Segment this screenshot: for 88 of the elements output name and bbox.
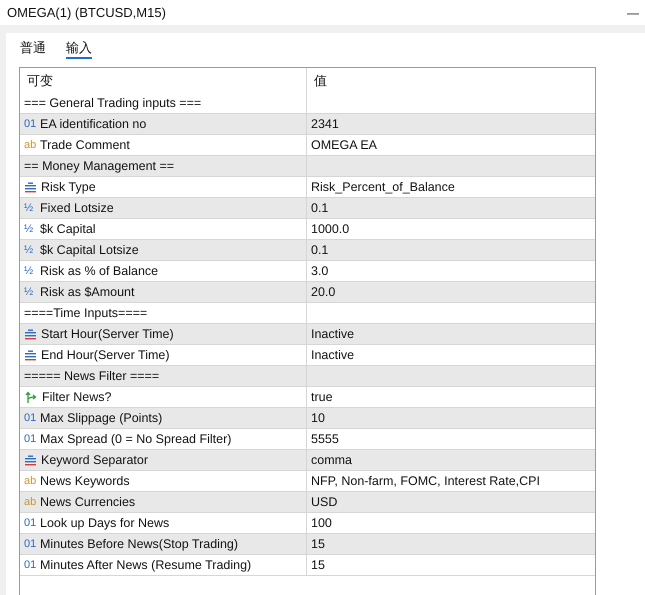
parameter-name: Risk as $Amount [40, 285, 134, 299]
integer-type-icon: 01 [24, 559, 40, 571]
parameter-cell[interactable]: 01 Max Slippage (Points) [20, 408, 307, 428]
window-title: OMEGA(1) (BTCUSD,M15) [7, 5, 166, 20]
parameter-value: 100 [311, 516, 332, 530]
integer-type-icon: 01 [24, 412, 40, 424]
parameter-name: Filter News? [42, 390, 112, 404]
parameter-name: Keyword Separator [41, 453, 148, 467]
parameter-name: Fixed Lotsize [40, 201, 114, 215]
parameter-cell[interactable]: ½ Risk as $Amount [20, 282, 307, 302]
parameter-name: Minutes Before News(Stop Trading) [40, 537, 238, 551]
fraction-type-icon: ½ [24, 244, 40, 256]
parameter-cell[interactable]: 01 Minutes After News (Resume Trading) [20, 555, 307, 575]
parameter-value: Inactive [311, 348, 354, 362]
branch-arrow-icon [25, 391, 37, 403]
parameter-cell[interactable]: Keyword Separator [20, 450, 307, 470]
parameter-name: End Hour(Server Time) [41, 348, 170, 362]
parameter-cell[interactable]: ½ Fixed Lotsize [20, 198, 307, 218]
parameter-value: 5555 [311, 432, 339, 446]
parameter-name: $k Capital Lotsize [40, 243, 139, 257]
parameter-cell[interactable]: End Hour(Server Time) [20, 345, 307, 365]
list-icon [25, 454, 36, 466]
parameter-value: NFP, Non-farm, FOMC, Interest Rate,CPI [311, 474, 540, 488]
parameter-cell[interactable]: ½ $k Capital Lotsize [20, 240, 307, 260]
parameter-name: Risk as % of Balance [40, 264, 158, 278]
tab[interactable]: 输入 [66, 37, 92, 59]
list-icon [25, 350, 36, 360]
text-type-icon: ab [24, 475, 40, 487]
parameter-value: true [311, 390, 333, 404]
parameter-name: EA identification no [40, 117, 146, 131]
column-header[interactable]: 可变 [20, 68, 307, 93]
parameter-cell[interactable]: 01 Max Spread (0 = No Spread Filter) [20, 429, 307, 449]
parameter-name: Max Slippage (Points) [40, 411, 162, 425]
list-icon [25, 328, 36, 340]
list-icon [25, 182, 36, 192]
parameter-cell[interactable]: ½ $k Capital [20, 219, 307, 239]
parameter-name: News Currencies [40, 495, 136, 509]
parameter-name: Trade Comment [40, 138, 130, 152]
parameter-cell[interactable]: 01 Minutes Before News(Stop Trading) [20, 534, 307, 554]
parameter-value: 20.0 [311, 285, 336, 299]
integer-type-icon: 01 [24, 118, 40, 130]
section-label: == Money Management == [24, 159, 174, 173]
parameter-cell[interactable]: 01 EA identification no [20, 114, 307, 134]
parameter-cell[interactable]: ab News Currencies [20, 492, 307, 512]
integer-type-icon: 01 [24, 538, 40, 550]
text-type-icon: ab [24, 139, 40, 151]
parameter-cell[interactable]: Risk Type [20, 177, 307, 197]
text-type-icon: ab [24, 496, 40, 508]
integer-type-icon: 01 [24, 433, 40, 445]
section-label: === General Trading inputs === [24, 96, 202, 110]
parameter-value: 3.0 [311, 264, 328, 278]
fraction-type-icon: ½ [24, 202, 40, 214]
parameter-cell[interactable]: 01 Look up Days for News [20, 513, 307, 533]
column-header[interactable]: 值 [307, 68, 595, 93]
parameter-value: 15 [311, 537, 325, 551]
parameter-value: 10 [311, 411, 325, 425]
parameter-name: Risk Type [41, 180, 96, 194]
parameter-name: $k Capital [40, 222, 96, 236]
parameter-value: USD [311, 495, 338, 509]
parameter-value: OMEGA EA [311, 138, 377, 152]
fraction-type-icon: ½ [24, 223, 40, 235]
parameter-cell[interactable]: Filter News? [20, 387, 307, 407]
parameter-name: Max Spread (0 = No Spread Filter) [40, 432, 232, 446]
fraction-type-icon: ½ [24, 265, 40, 277]
parameter-value: comma [311, 453, 352, 467]
parameter-name: Minutes After News (Resume Trading) [40, 558, 252, 572]
tab[interactable]: 普通 [20, 37, 46, 59]
parameter-cell[interactable]: === General Trading inputs === [20, 93, 307, 113]
section-label: ====Time Inputs==== [24, 306, 148, 320]
parameter-cell[interactable]: ½ Risk as % of Balance [20, 261, 307, 281]
parameter-name: News Keywords [40, 474, 130, 488]
parameter-value: 0.1 [311, 243, 328, 257]
parameter-value: 1000.0 [311, 222, 350, 236]
parameter-value: Inactive [311, 327, 354, 341]
section-label: ===== News Filter ==== [24, 369, 160, 383]
parameter-value: 2341 [311, 117, 339, 131]
integer-type-icon: 01 [24, 517, 40, 529]
fraction-type-icon: ½ [24, 286, 40, 298]
parameter-cell[interactable]: ab News Keywords [20, 471, 307, 491]
parameter-value: 15 [311, 558, 325, 572]
parameter-cell[interactable]: ab Trade Comment [20, 135, 307, 155]
parameter-cell[interactable]: ====Time Inputs==== [20, 303, 307, 323]
parameter-name: Start Hour(Server Time) [41, 327, 174, 341]
parameter-name: Look up Days for News [40, 516, 170, 530]
minimize-button[interactable]: — [621, 6, 645, 20]
parameter-value: Risk_Percent_of_Balance [311, 180, 455, 194]
parameter-cell[interactable]: Start Hour(Server Time) [20, 324, 307, 344]
parameter-value: 0.1 [311, 201, 328, 215]
